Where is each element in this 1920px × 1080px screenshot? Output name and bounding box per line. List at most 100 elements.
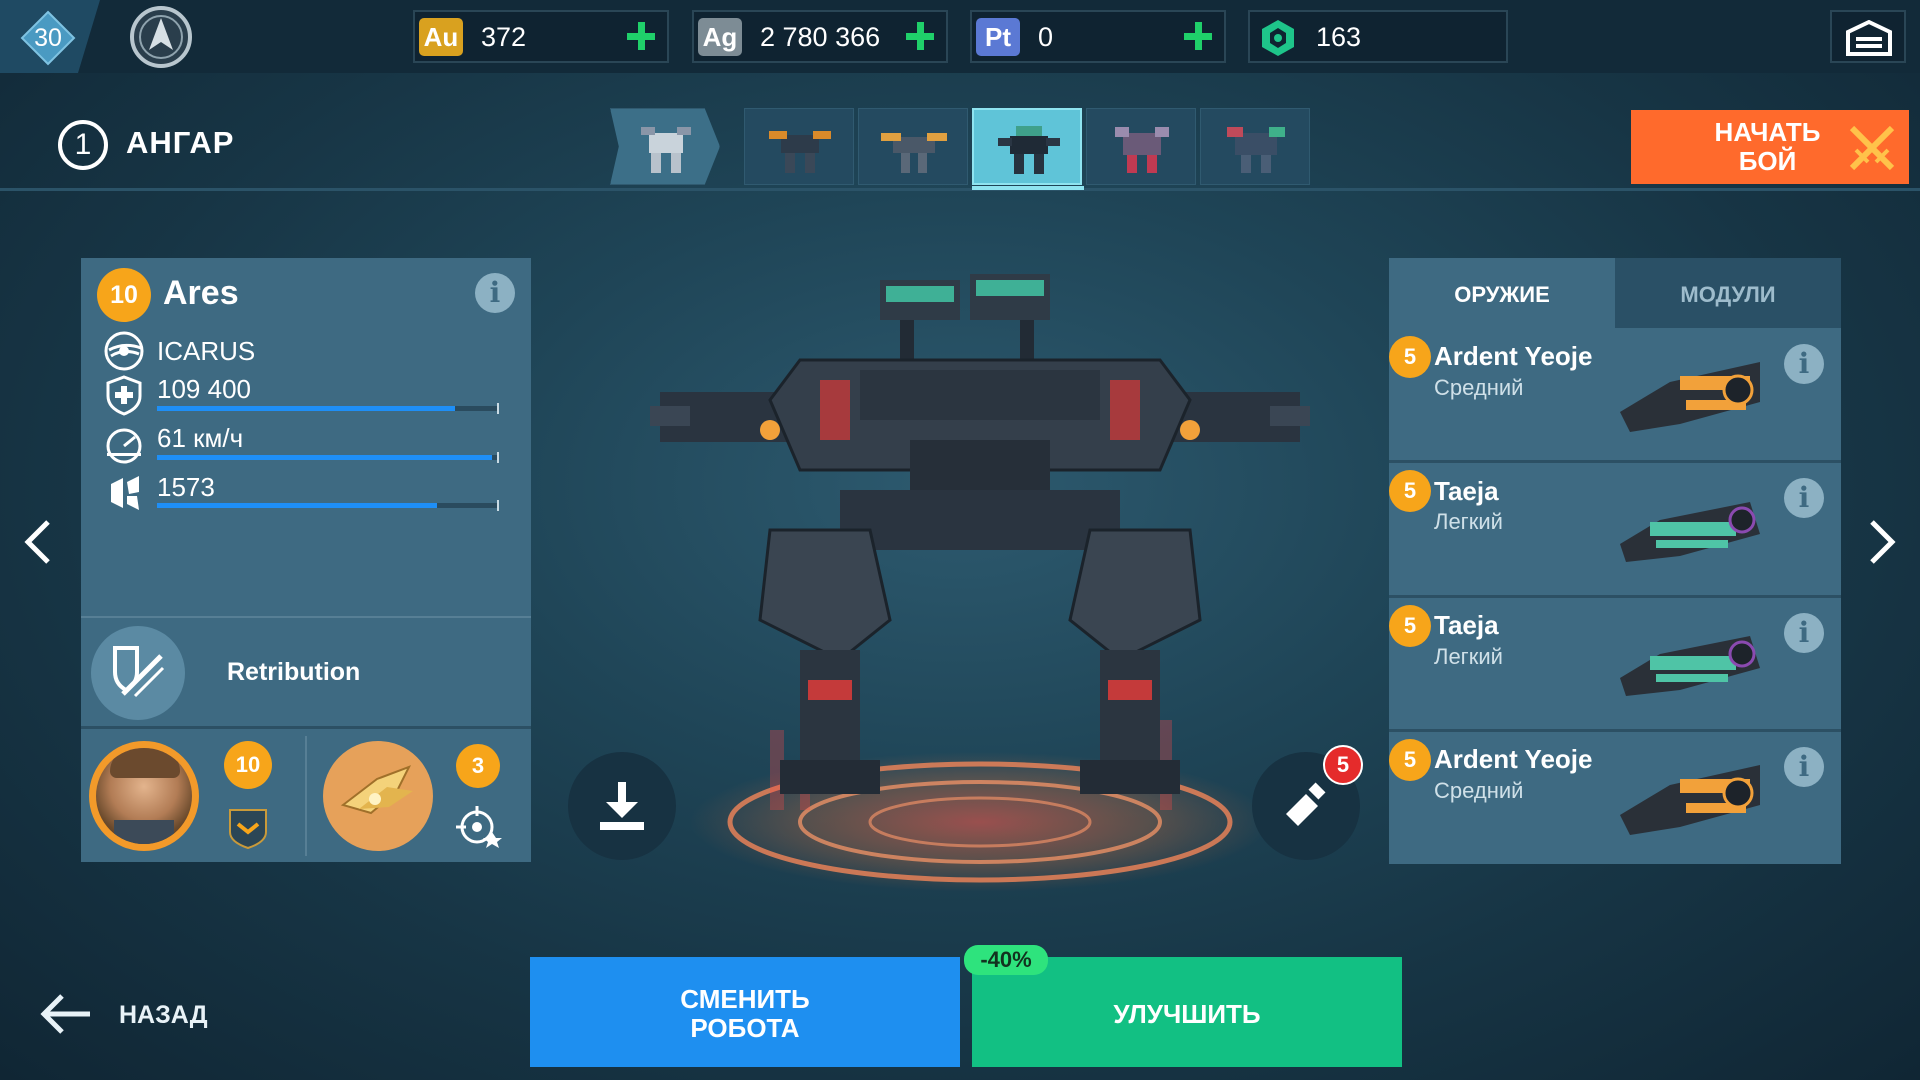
- faction-name: ICARUS: [157, 336, 256, 366]
- robot-thumbnail-icon: [1115, 127, 1169, 173]
- robot-level-badge: 10: [97, 268, 151, 322]
- back-arrow-icon[interactable]: [38, 992, 94, 1036]
- hex-token-icon: [1262, 20, 1294, 56]
- pilot-level-badge: 10: [224, 741, 272, 789]
- token-resource: 163: [1248, 10, 1508, 63]
- speed-value: 61 км/ч: [157, 423, 244, 453]
- upgrade-label: УЛУЧШИТЬ: [1113, 999, 1261, 1029]
- taeja-weapon-icon: [1620, 502, 1760, 562]
- token-value: 163: [1316, 22, 1362, 52]
- gold-resource: Au 372: [413, 10, 669, 63]
- robot-info-icon[interactable]: i: [475, 273, 515, 313]
- drone-level-badge: 3: [456, 744, 500, 788]
- paint-notification-badge: 5: [1323, 745, 1363, 785]
- page-title: АНГАР: [126, 125, 235, 160]
- durability-bar-fill: [157, 406, 455, 411]
- add-silver-button[interactable]: [902, 18, 938, 54]
- selected-tab-indicator: [972, 186, 1084, 190]
- weapon-info-icon[interactable]: i: [1784, 747, 1824, 787]
- weapon-class: Легкий: [1434, 644, 1503, 669]
- robot-name: Ares: [163, 274, 239, 312]
- damage-icon: [111, 476, 139, 510]
- pilot-divider: [81, 726, 531, 729]
- add-gold-button[interactable]: [623, 18, 659, 54]
- weapon-name: Ardent Yeoje: [1434, 744, 1593, 774]
- weapon-level-badge: 5: [1389, 470, 1431, 512]
- robot-tab-5[interactable]: [1086, 108, 1196, 185]
- damage-value: 1573: [157, 472, 215, 502]
- robot-tab-3[interactable]: [858, 108, 968, 185]
- next-robot-arrow-icon[interactable]: [1866, 518, 1898, 566]
- robot-thumbnail-icon: [881, 133, 947, 173]
- top-bar: [0, 0, 1920, 73]
- durability-value: 109 400: [157, 374, 251, 404]
- robot-tab-4[interactable]: [972, 108, 1082, 185]
- change-robot-label: СМЕНИТЬ РОБОТА: [680, 984, 810, 1043]
- gold-value: 372: [481, 22, 527, 52]
- ability-name: Retribution: [227, 658, 361, 686]
- weapon-class: Легкий: [1434, 509, 1503, 534]
- robot-thumbnail-icon: [998, 126, 1060, 174]
- ardent-yeoje-weapon-icon: [1620, 362, 1760, 432]
- taeja-weapon-icon: [1620, 636, 1760, 696]
- discount-badge: -40%: [964, 945, 1048, 975]
- speed-bar: [157, 452, 499, 463]
- damage-bar-fill: [157, 503, 438, 508]
- drone-icon: [340, 765, 413, 815]
- robot-thumbnail-icon: [641, 127, 691, 173]
- silver-icon: Ag: [698, 18, 742, 56]
- ability-divider: [81, 616, 531, 618]
- robot-tab-1[interactable]: [610, 108, 720, 185]
- speed-icon: [106, 428, 142, 464]
- weapon-level-badge: 5: [1389, 605, 1431, 647]
- weapon-name: Taeja: [1434, 610, 1499, 640]
- weapon-class: Средний: [1434, 778, 1524, 803]
- ability-shield-icon: [113, 646, 165, 698]
- weapon-info-icon[interactable]: i: [1784, 613, 1824, 653]
- robot-tab-6[interactable]: [1200, 108, 1310, 185]
- weapon-level-badge: 5: [1389, 739, 1431, 781]
- hangar-number-badge: 1: [58, 120, 108, 170]
- back-button[interactable]: НАЗАД: [119, 1001, 208, 1030]
- drone-target-icon: [456, 806, 502, 848]
- robot-tab-2[interactable]: [744, 108, 854, 185]
- silver-value: 2 780 366: [760, 22, 881, 52]
- start-battle-label: НАЧАТЬ БОЙ: [1714, 117, 1821, 176]
- weapon-name: Ardent Yeoje: [1434, 341, 1593, 371]
- robot-thumbnail-icon: [769, 131, 831, 173]
- ability-button[interactable]: [91, 626, 185, 720]
- platinum-icon: Pt: [976, 18, 1020, 56]
- robot-3d-view[interactable]: [600, 240, 1360, 900]
- shield-plus-icon: [106, 375, 142, 416]
- download-button[interactable]: [568, 752, 676, 860]
- garage-icon: [1846, 20, 1892, 56]
- garage-button[interactable]: [1830, 10, 1906, 63]
- weapon-class: Средний: [1434, 375, 1524, 400]
- download-icon: [600, 782, 644, 830]
- damage-bar: [157, 500, 499, 511]
- league-emblem-icon[interactable]: [126, 4, 196, 70]
- crossed-swords-icon: [1849, 125, 1895, 171]
- pilot-portrait: [96, 748, 192, 844]
- previous-robot-arrow-icon[interactable]: [22, 518, 54, 566]
- weapon-info-icon[interactable]: i: [1784, 478, 1824, 518]
- tab-weapons[interactable]: ОРУЖИЕ: [1389, 282, 1615, 308]
- tab-modules-label: МОДУЛИ: [1680, 282, 1776, 307]
- platinum-value: 0: [1038, 22, 1054, 52]
- header-divider: [0, 188, 1920, 191]
- ardent-yeoje-weapon-icon: [1620, 765, 1760, 835]
- platinum-resource: Pt 0: [970, 10, 1226, 63]
- pilot-rank-icon: [229, 809, 267, 850]
- robot-thumbnail-icon: [1227, 127, 1285, 173]
- silver-resource: Ag 2 780 366: [692, 10, 948, 63]
- gold-icon: Au: [419, 18, 463, 56]
- weapon-info-icon[interactable]: i: [1784, 344, 1824, 384]
- speed-bar-fill: [157, 455, 493, 460]
- add-platinum-button[interactable]: [1180, 18, 1216, 54]
- weapon-level-badge: 5: [1389, 336, 1431, 378]
- pilot-drone-separator: [305, 736, 307, 856]
- player-level-value: 30: [34, 24, 62, 52]
- drone-avatar[interactable]: [323, 741, 433, 851]
- faction-icon: [104, 331, 144, 371]
- weapon-name: Taeja: [1434, 476, 1499, 506]
